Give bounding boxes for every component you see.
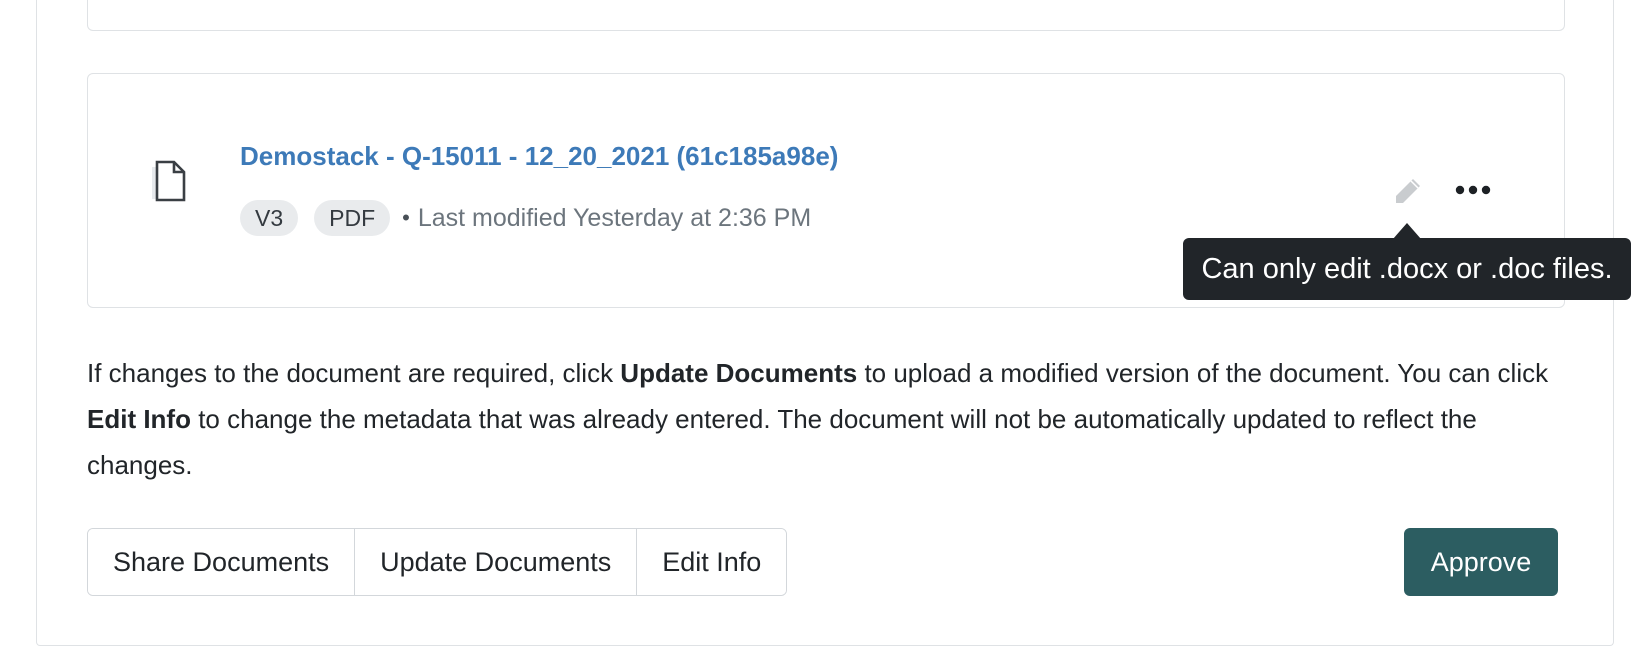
edit-disabled-tooltip: Can only edit .docx or .doc files. bbox=[1183, 238, 1631, 300]
document-meta: V3 PDF • Last modified Yesterday at 2:36… bbox=[240, 199, 811, 237]
file-type-badge: PDF bbox=[314, 200, 391, 236]
ellipsis-icon[interactable] bbox=[1455, 179, 1491, 201]
help-text: If changes to the document are required,… bbox=[87, 350, 1577, 488]
edit-info-button[interactable]: Edit Info bbox=[637, 529, 787, 595]
previous-document-card bbox=[87, 0, 1565, 31]
help-text-bold-update: Update Documents bbox=[620, 358, 858, 388]
help-text-part: If changes to the document are required,… bbox=[87, 358, 621, 388]
document-actions-button-group: Share Documents Update Documents Edit In… bbox=[87, 528, 788, 596]
help-text-part: to change the metadata that was already … bbox=[87, 404, 1477, 480]
update-documents-button[interactable]: Update Documents bbox=[355, 529, 638, 595]
last-modified-text: Last modified Yesterday at 2:36 PM bbox=[417, 203, 812, 232]
meta-separator: • bbox=[402, 205, 410, 230]
pencil-icon[interactable] bbox=[1391, 174, 1425, 208]
share-documents-button[interactable]: Share Documents bbox=[88, 529, 356, 595]
approve-button[interactable]: Approve bbox=[1404, 528, 1558, 596]
help-text-part: to upload a modified version of the docu… bbox=[857, 358, 1549, 388]
help-text-bold-edit-info: Edit Info bbox=[87, 404, 191, 434]
tooltip-arrow bbox=[1393, 223, 1421, 239]
version-badge: V3 bbox=[240, 200, 299, 236]
document-title-link[interactable]: Demostack - Q-15011 - 12_20_2021 (61c185… bbox=[240, 141, 838, 172]
file-icon bbox=[152, 160, 186, 202]
